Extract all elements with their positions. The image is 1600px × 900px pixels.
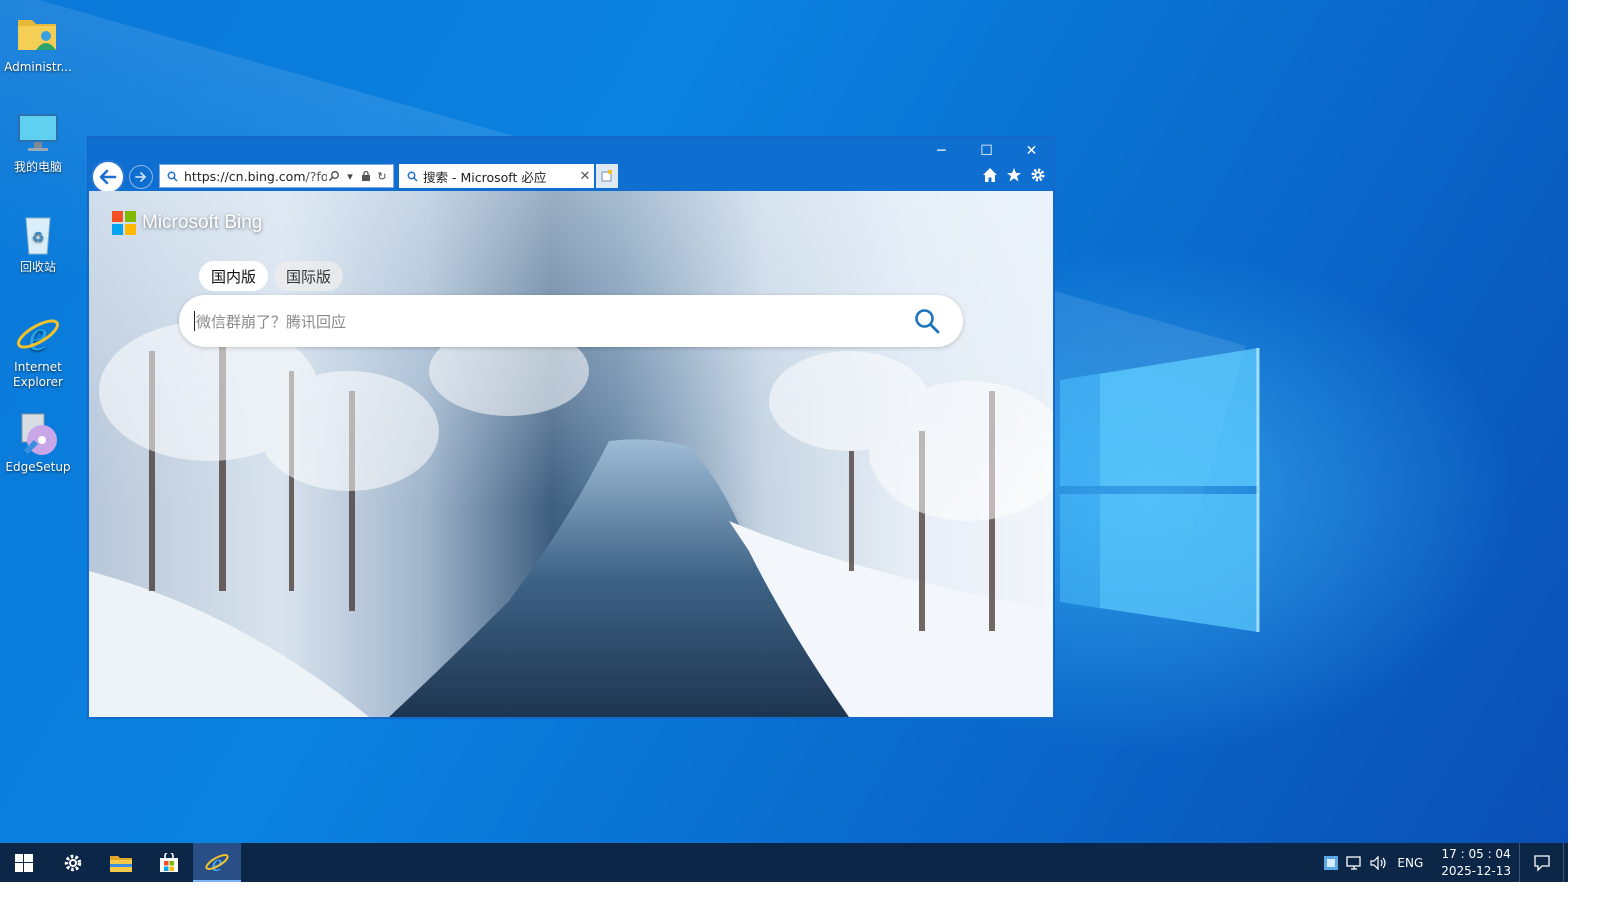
- address-bar[interactable]: https://cn.bing.com/?forr ▾ ↻: [159, 164, 394, 188]
- url-path: /?forr: [305, 168, 327, 184]
- taskbar-internet-explorer[interactable]: e: [193, 843, 241, 882]
- taskbar-store[interactable]: [145, 843, 193, 882]
- desktop-icon-label: 回收站: [19, 260, 56, 274]
- search-icon: [405, 169, 419, 183]
- network-icon[interactable]: [1343, 843, 1367, 882]
- recycle-bin-icon: ♻: [14, 210, 62, 258]
- language-indicator[interactable]: ENG: [1391, 856, 1433, 870]
- navigation-bar: https://cn.bing.com/?forr ▾ ↻ 搜索 - Micro…: [88, 160, 1054, 194]
- svg-text:e: e: [212, 851, 223, 875]
- scope-tab-international[interactable]: 国际版: [274, 261, 344, 291]
- search-input[interactable]: 微信群崩了？腾讯回应: [195, 311, 907, 332]
- url-host: https://cn.bing.com: [184, 168, 306, 184]
- desktop-icon-label: Administr...: [4, 60, 72, 74]
- url-text[interactable]: https://cn.bing.com/?forr: [181, 169, 327, 184]
- desktop-icon-edgesetup[interactable]: EdgeSetup: [2, 410, 74, 475]
- desktop-icon-label: 我的电脑: [13, 160, 62, 174]
- taskbar-settings[interactable]: [49, 843, 97, 882]
- start-icon: [15, 853, 33, 872]
- search-button[interactable]: [907, 301, 947, 341]
- bing-logo[interactable]: Microsoft Bing: [112, 211, 262, 235]
- new-tab-button[interactable]: [596, 164, 618, 188]
- input-method-icon[interactable]: [1319, 843, 1343, 882]
- arrow-right-icon: [135, 172, 147, 182]
- new-tab-icon: [601, 170, 612, 182]
- tab-title: 搜索 - Microsoft 必应: [423, 169, 547, 185]
- search-icon: [165, 169, 179, 183]
- forward-button[interactable]: [129, 165, 153, 189]
- desktop-icon-recycle-bin[interactable]: ♻ 回收站: [2, 210, 74, 275]
- taskbar: e ENG 17 : 05 : 04 2025-12-13: [0, 843, 1568, 882]
- desktop: Administr... 我的电脑 ♻ 回收站 e Internet Explo…: [0, 0, 1568, 843]
- clock[interactable]: 17 : 05 : 04 2025-12-13: [1433, 846, 1519, 880]
- desktop-icon-this-pc[interactable]: 我的电脑: [2, 110, 74, 175]
- bing-search-box[interactable]: 微信群崩了？腾讯回应: [179, 295, 963, 347]
- start-button[interactable]: [0, 843, 48, 882]
- windows-logo-wallpaper: [1060, 348, 1260, 632]
- lock-icon[interactable]: [359, 169, 373, 183]
- favorites-star-icon[interactable]: [1004, 165, 1024, 185]
- settings-icon: [64, 854, 82, 871]
- toolbar-icons: [980, 165, 1048, 185]
- region-scope-tabs: 国内版 国际版: [199, 261, 344, 291]
- chevron-down-icon[interactable]: ▾: [343, 169, 357, 183]
- tab-close-icon[interactable]: ✕: [576, 169, 594, 184]
- computer-icon: [14, 110, 62, 158]
- action-center-button[interactable]: [1519, 843, 1563, 882]
- installer-disc-icon: [14, 410, 62, 458]
- clock-time: 17 : 05 : 04: [1441, 846, 1511, 861]
- home-icon[interactable]: [980, 165, 1000, 185]
- user-folder-icon: [14, 10, 62, 58]
- internet-explorer-icon: e: [14, 310, 62, 360]
- refresh-icon[interactable]: ↻: [375, 169, 389, 183]
- internet-explorer-icon: e: [205, 851, 229, 875]
- tab-bing-search[interactable]: 搜索 - Microsoft 必应 ✕: [399, 164, 594, 188]
- arrow-left-icon: [99, 169, 117, 185]
- store-icon: [160, 852, 178, 872]
- desktop-icon-internet-explorer[interactable]: e Internet Explorer: [2, 310, 74, 390]
- svg-text:e: e: [28, 311, 48, 358]
- volume-icon[interactable]: [1367, 843, 1391, 882]
- scope-tab-domestic[interactable]: 国内版: [199, 261, 269, 291]
- search-icon: [915, 309, 940, 334]
- notification-icon: [1533, 854, 1550, 872]
- file-explorer-icon: [110, 855, 132, 872]
- svg-text:♻: ♻: [32, 230, 45, 246]
- search-dropdown-icon[interactable]: [327, 169, 341, 183]
- system-tray: ENG 17 : 05 : 04 2025-12-13: [1319, 843, 1568, 882]
- microsoft-logo-icon: [112, 211, 136, 235]
- desktop-icon-label: EdgeSetup: [5, 460, 71, 474]
- show-desktop-button[interactable]: [1563, 843, 1568, 882]
- back-button[interactable]: [91, 160, 125, 194]
- taskbar-file-explorer[interactable]: [97, 843, 145, 882]
- bing-logo-text: Microsoft Bing: [142, 212, 263, 233]
- gear-icon[interactable]: [1028, 165, 1048, 185]
- desktop-icon-label: Internet Explorer: [13, 360, 63, 389]
- clock-date: 2025-12-13: [1441, 863, 1511, 878]
- internet-explorer-window: ─ ☐ ✕ https://cn.bing.com/?forr: [88, 137, 1054, 718]
- bing-page: Microsoft Bing 国内版 国际版 微信群崩了？腾讯回应: [89, 191, 1053, 717]
- desktop-icon-administrator[interactable]: Administr...: [2, 10, 74, 75]
